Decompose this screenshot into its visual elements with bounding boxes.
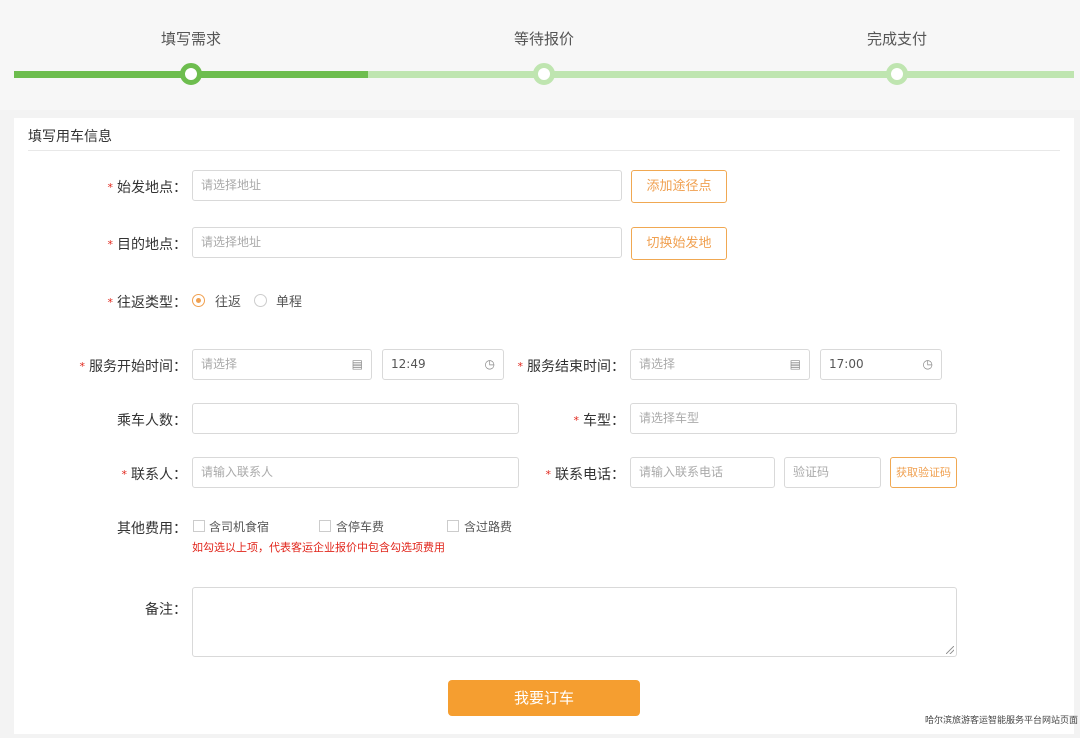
required-mark: * (107, 238, 114, 251)
vehicle-type-select[interactable]: 请选择车型 (630, 403, 957, 434)
checkbox-toll-fee[interactable] (447, 520, 459, 532)
step-dot-pending (533, 63, 555, 85)
radio-one-way[interactable] (254, 294, 267, 307)
step-dot-pending (886, 63, 908, 85)
calendar-icon: ▤ (351, 357, 363, 371)
origin-label: * 始发地点： (107, 180, 188, 196)
section-divider (28, 150, 1060, 151)
checkbox-parking-fee[interactable] (319, 520, 331, 532)
required-mark: * (107, 181, 114, 194)
required-mark: * (573, 414, 580, 427)
destination-input[interactable]: 请选择地址 (192, 227, 622, 258)
progress-track-remaining (368, 71, 1074, 78)
trip-type-label: * 往返类型： (107, 295, 188, 311)
phone-label: * 联系电话： (545, 467, 626, 483)
passengers-label: 乘车人数： (117, 413, 187, 429)
start-time-input[interactable]: 12:49 ◷ (382, 349, 504, 380)
required-mark: * (107, 296, 114, 309)
clock-icon: ◷ (484, 357, 495, 371)
end-time-input[interactable]: 17:00 ◷ (820, 349, 942, 380)
step-label-complete-payment: 完成支付 (866, 30, 928, 48)
fees-hint: 如勾选以上项，代表客运企业报价中包含勾选项费用 (192, 541, 445, 554)
resize-handle[interactable] (946, 646, 954, 654)
add-waypoint-button[interactable]: 添加途径点 (631, 170, 727, 203)
origin-input[interactable]: 请选择地址 (192, 170, 622, 201)
submit-order-button[interactable]: 我要订车 (448, 680, 640, 716)
radio-one-way-label: 单程 (276, 295, 303, 310)
checkbox-driver-lodging[interactable] (193, 520, 205, 532)
radio-round-trip[interactable] (192, 294, 205, 307)
verification-code-input[interactable]: 验证码 (784, 457, 881, 488)
get-code-button[interactable]: 获取验证码 (890, 457, 957, 488)
destination-label: * 目的地点： (107, 237, 188, 253)
contact-label: * 联系人： (121, 467, 188, 483)
vehicle-type-label: * 车型： (573, 413, 626, 429)
start-date-input[interactable]: 请选择 ▤ (192, 349, 372, 380)
swap-origin-button[interactable]: 切换始发地 (631, 227, 727, 260)
start-time-label: * 服务开始时间： (79, 359, 188, 375)
section-title: 填写用车信息 (28, 129, 112, 145)
footer-caption: 哈尔滨旅游客运智能服务平台网站页面 (924, 716, 1078, 726)
required-mark: * (517, 360, 524, 373)
checkbox-driver-lodging-label: 含司机食宿 (209, 520, 270, 534)
end-date-input[interactable]: 请选择 ▤ (630, 349, 810, 380)
checkbox-parking-fee-label: 含停车费 (336, 520, 385, 534)
required-mark: * (545, 468, 552, 481)
calendar-icon: ▤ (789, 357, 801, 371)
clock-icon: ◷ (922, 357, 933, 371)
end-time-label: * 服务结束时间： (517, 359, 626, 375)
other-fees-label: 其他费用： (117, 521, 187, 537)
required-mark: * (121, 468, 128, 481)
remarks-label: 备注： (145, 602, 187, 618)
radio-round-trip-label: 往返 (215, 295, 242, 310)
remarks-textarea[interactable] (192, 587, 957, 657)
step-label-await-quote: 等待报价 (513, 30, 575, 48)
progress-steps: 填写需求 等待报价 完成支付 (0, 0, 1080, 110)
phone-input[interactable]: 请输入联系电话 (630, 457, 775, 488)
step-dot-current (180, 63, 202, 85)
contact-input[interactable]: 请输入联系人 (192, 457, 519, 488)
checkbox-toll-fee-label: 含过路费 (464, 520, 513, 534)
passengers-input[interactable] (192, 403, 519, 434)
step-label-fill-requirements: 填写需求 (160, 30, 222, 48)
required-mark: * (79, 360, 86, 373)
